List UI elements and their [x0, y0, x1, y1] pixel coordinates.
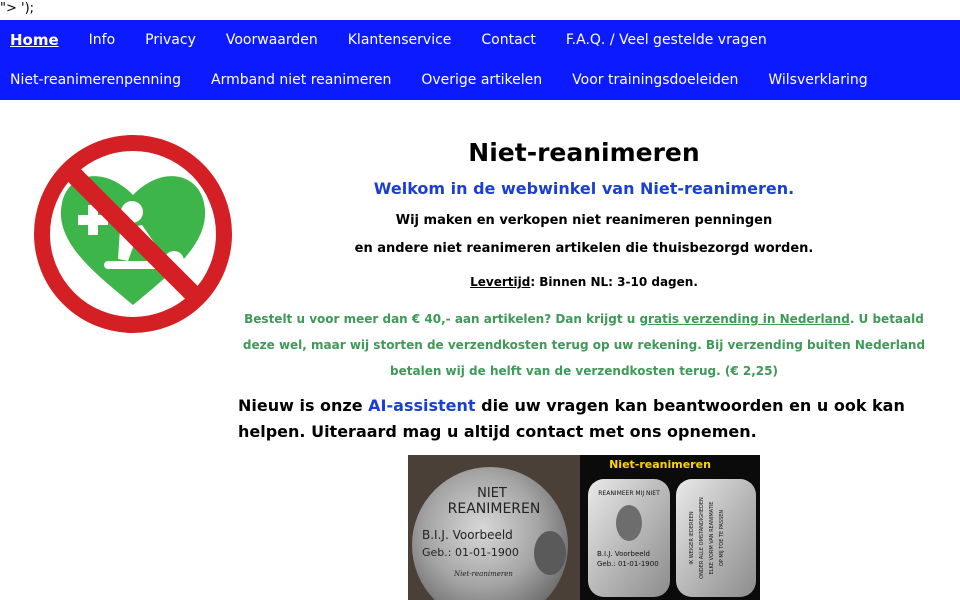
dogtag-back — [676, 479, 756, 597]
nav-armband[interactable]: Armband niet reanimeren — [211, 70, 391, 90]
tag-header: REANIMEER MIJ NIET — [598, 490, 660, 497]
page-title: Niet-reanimeren — [468, 138, 700, 167]
welcome-heading: Welkom in de webwinkel van Niet-reanimer… — [373, 179, 795, 198]
intro-line-1: Wij maken en verkopen niet reanimeren pe… — [395, 213, 773, 228]
intro-line-2: en andere niet reanimeren artikelen die … — [354, 241, 814, 256]
nav-faq[interactable]: F.A.Q. / Veel gestelde vragen — [566, 30, 767, 50]
tag2-line-4: OP MIJ TOE TE PASSEN — [719, 510, 725, 567]
no-resuscitation-logo — [34, 135, 232, 333]
tag2-line-1: IK WEIGER IEDEREEN — [689, 511, 695, 564]
tag-name: B.I.J. Voorbeeld — [597, 550, 650, 558]
nav-home[interactable]: Home — [10, 30, 59, 50]
coin-date: Geb.: 01-01-1900 — [422, 546, 519, 559]
main-navigation: Home Info Privacy Voorwaarden Klantenser… — [0, 20, 960, 100]
tag-date: Geb.: 01-01-1900 — [597, 560, 659, 568]
ai-assistant-link[interactable]: AI-assistent — [368, 396, 475, 415]
banner-text: Niet-reanimeren — [609, 458, 711, 471]
coin-face-portrait — [534, 531, 566, 575]
delivery-time: Levertijd: Binnen NL: 3-10 dagen. — [238, 272, 930, 292]
nav-trainingsdoeleiden[interactable]: Voor trainingsdoeleiden — [572, 70, 738, 90]
nav-row-1: Home Info Privacy Voorwaarden Klantenser… — [0, 20, 767, 60]
ai-text-line-2: helpen. Uiteraard mag u altijd contact m… — [238, 422, 757, 441]
coin-signature: Niet-reanimeren — [453, 570, 513, 578]
stray-code-text: "> '); — [0, 1, 35, 16]
ai-text-before: Nieuw is onze — [238, 396, 369, 415]
product-photo: NIET REANIMEREN B.I.J. Voorbeeld Geb.: 0… — [408, 455, 760, 600]
shipping-line-3: betalen wij de helft van de verzendkoste… — [390, 364, 778, 378]
shipping-line-2: deze wel, maar wij storten de verzendkos… — [242, 338, 926, 352]
nav-row-2: Niet-reanimerenpenning Armband niet rean… — [0, 60, 868, 100]
nav-info[interactable]: Info — [89, 30, 116, 50]
coin-line-2: REANIMEREN — [448, 501, 541, 517]
ai-text-after: die uw vragen kan beantwoorden en u ook … — [475, 396, 905, 415]
shipping-line-1: Bestelt u voor meer dan € 40,- aan artik… — [238, 306, 930, 332]
nav-wilsverklaring[interactable]: Wilsverklaring — [768, 70, 867, 90]
shipping-text-1: Bestelt u voor meer dan € 40,- aan artik… — [244, 312, 640, 326]
nav-niet-reanimerenpenning[interactable]: Niet-reanimerenpenning — [10, 70, 181, 90]
nav-overige-artikelen[interactable]: Overige artikelen — [421, 70, 542, 90]
nav-privacy[interactable]: Privacy — [145, 30, 196, 50]
tag2-line-3: ELKE VORM VAN REANIMATIE — [709, 502, 715, 575]
ai-assistant-announcement: Nieuw is onze AI-assistent die uw vragen… — [238, 393, 930, 445]
tag-face-portrait — [616, 505, 642, 541]
coin-name: B.I.J. Voorbeeld — [422, 528, 513, 542]
delivery-label: Levertijd — [470, 275, 531, 289]
nav-contact[interactable]: Contact — [481, 30, 535, 50]
tag2-line-2: ONDER ALLE OMSTANDIGHEDEN — [699, 497, 705, 579]
free-shipping-link[interactable]: gratis verzending in Nederland — [639, 312, 849, 326]
shipping-text-2: . U betaald — [849, 312, 924, 326]
shipping-info: Bestelt u voor meer dan € 40,- aan artik… — [238, 306, 930, 384]
nav-klantenservice[interactable]: Klantenservice — [348, 30, 452, 50]
delivery-value: : Binnen NL: 3-10 dagen. — [530, 275, 698, 289]
nav-voorwaarden[interactable]: Voorwaarden — [226, 30, 318, 50]
coin-line-1: NIET — [477, 486, 507, 501]
